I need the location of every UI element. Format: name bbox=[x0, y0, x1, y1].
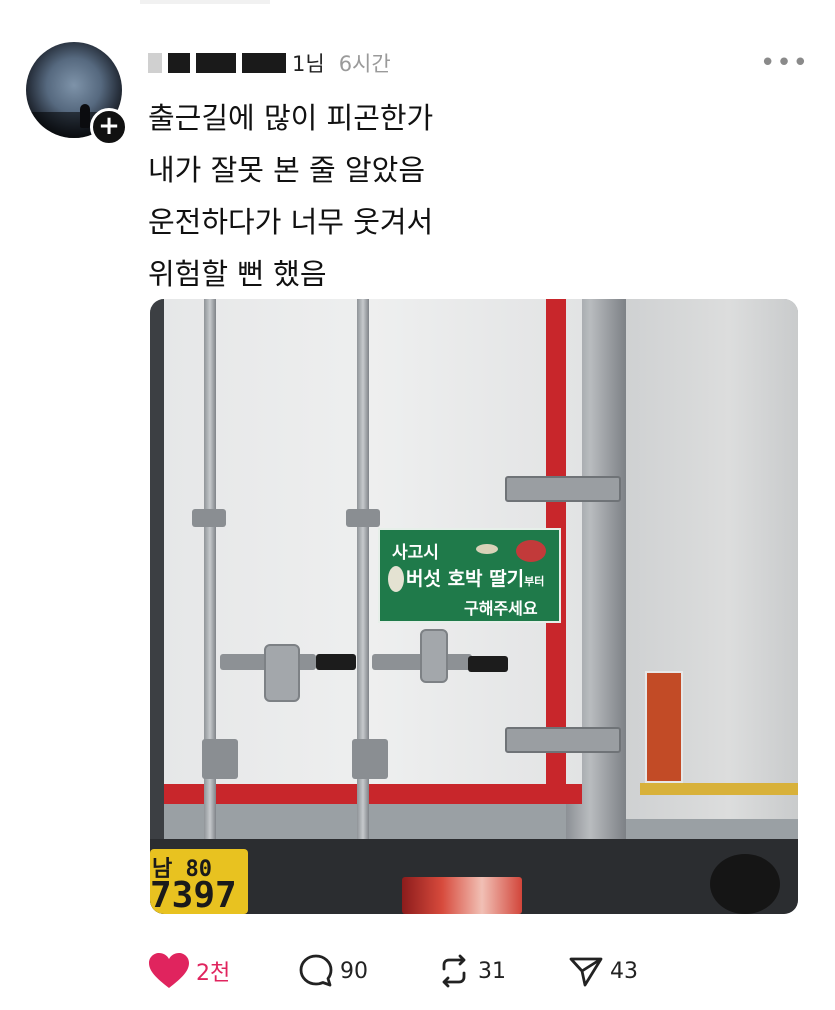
post-photo[interactable]: 사고시 버섯 호박 딸기부터 구해주세요 남 80 7397 bbox=[150, 299, 798, 914]
rod-clamp bbox=[192, 509, 226, 527]
license-plate: 남 80 7397 bbox=[150, 849, 248, 914]
repost-icon bbox=[442, 954, 466, 988]
sign-strawberry-image bbox=[516, 540, 546, 562]
post-text-line: 내가 잘못 본 줄 알았음 bbox=[148, 153, 425, 187]
redacted-name-part bbox=[148, 53, 162, 73]
sign-text: 구해주세요 bbox=[464, 599, 538, 618]
redacted-name-part bbox=[196, 53, 236, 73]
truck-wheel bbox=[710, 854, 780, 914]
truck-side-sticker bbox=[645, 671, 683, 783]
rod-clamp bbox=[352, 739, 388, 779]
redacted-name-part bbox=[168, 53, 190, 73]
post-time: 6시간 bbox=[338, 52, 391, 76]
follow-plus-icon[interactable]: + bbox=[90, 108, 128, 146]
post-header: 1님 6시간 bbox=[148, 46, 391, 80]
post: + 1님 6시간 ••• 출근길에 많이 피곤한가 내가 잘못 본 줄 알았음 … bbox=[0, 0, 835, 1010]
door-red-trim bbox=[164, 784, 582, 804]
truck-frame-left bbox=[150, 299, 164, 914]
like-button[interactable]: 2천 bbox=[148, 946, 230, 996]
share-count: 43 bbox=[610, 958, 638, 984]
sign-mushroom-image bbox=[476, 544, 498, 554]
door-handle-grip bbox=[316, 654, 356, 670]
send-icon bbox=[569, 957, 603, 987]
comment-icon bbox=[299, 954, 333, 987]
door-sign: 사고시 버섯 호박 딸기부터 구해주세요 bbox=[378, 528, 561, 623]
repost-button[interactable]: 31 bbox=[436, 946, 506, 996]
sign-text: 사고시 bbox=[392, 543, 439, 563]
rod-clamp bbox=[346, 509, 380, 527]
rod-clamp bbox=[202, 739, 238, 779]
avatar-figure bbox=[80, 104, 90, 128]
post-body: 출근길에 많이 피곤한가 내가 잘못 본 줄 알았음 운전하다가 너무 웃겨서 … bbox=[148, 92, 788, 300]
post-text-line: 위험할 뻔 했음 bbox=[148, 257, 327, 291]
door-lock bbox=[264, 644, 300, 702]
sign-text-suffix: 부터 bbox=[524, 575, 545, 588]
more-icon[interactable]: ••• bbox=[760, 48, 809, 78]
door-hinge bbox=[505, 476, 621, 502]
repost-count: 31 bbox=[478, 958, 506, 984]
plate-text: 7397 bbox=[150, 875, 237, 914]
comment-count: 90 bbox=[340, 958, 368, 984]
top-divider bbox=[140, 0, 270, 4]
post-text-line: 운전하다가 너무 웃겨서 bbox=[148, 205, 434, 239]
redacted-name-part bbox=[242, 53, 286, 73]
sign-pumpkin-image bbox=[388, 566, 404, 592]
post-text-line: 출근길에 많이 피곤한가 bbox=[148, 101, 434, 135]
door-handle-grip bbox=[468, 656, 508, 672]
like-count: 2천 bbox=[196, 961, 231, 986]
truck-tail-light bbox=[402, 877, 522, 914]
heart-icon bbox=[149, 953, 189, 988]
share-button[interactable]: 43 bbox=[568, 946, 638, 996]
sign-text: 버섯 호박 딸기부터 bbox=[406, 564, 544, 591]
truck-yellow-stripe bbox=[640, 783, 798, 795]
username[interactable]: 1님 bbox=[292, 48, 325, 78]
action-bar: 2천 90 31 43 bbox=[148, 946, 748, 996]
door-lock bbox=[420, 629, 448, 683]
comment-button[interactable]: 90 bbox=[298, 946, 368, 996]
sign-text-main: 버섯 호박 딸기 bbox=[406, 568, 525, 590]
door-hinge bbox=[505, 727, 621, 753]
